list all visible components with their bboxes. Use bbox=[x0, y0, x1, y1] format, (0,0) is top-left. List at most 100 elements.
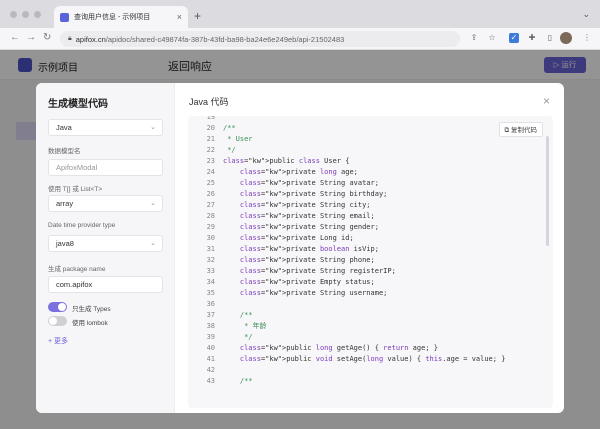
options-panel: 生成模型代码 Java ⌄ 数据模型名 ApifoxModal 使用 T[] 或… bbox=[36, 83, 175, 413]
code-text: class="kw">private String username; bbox=[239, 289, 388, 297]
line-number: 40 bbox=[206, 344, 215, 352]
chevron-down-icon: ⌄ bbox=[150, 240, 156, 247]
browser-menu-icon[interactable]: ⋮ bbox=[582, 33, 592, 43]
extension-icon[interactable]: ✓ bbox=[509, 33, 519, 43]
minimize-window-dot[interactable] bbox=[22, 11, 29, 18]
code-line: 39 */ bbox=[188, 332, 253, 343]
tab-bar: 查询用户信息 - 示例项目 × + ⌄ bbox=[0, 0, 600, 28]
share-icon[interactable]: ⇪ bbox=[469, 33, 479, 43]
date-provider-value: java8 bbox=[56, 239, 74, 248]
code-text: /** bbox=[223, 377, 253, 385]
code-text: class="kw">public void setAge(long value… bbox=[239, 355, 506, 363]
line-number: 36 bbox=[206, 300, 215, 308]
new-tab-button[interactable]: + bbox=[194, 9, 201, 23]
code-text: class="kw">private long age; bbox=[239, 168, 358, 176]
package-name-input[interactable]: com.apifox bbox=[48, 276, 163, 293]
code-line: 23 class="kw">public class User { bbox=[188, 156, 350, 167]
code-line: 35 class="kw">private String username; bbox=[188, 288, 388, 299]
code-line: 43 /** bbox=[188, 376, 253, 387]
url-host: apifox.cn bbox=[75, 34, 106, 44]
line-number: 38 bbox=[206, 322, 215, 330]
code-line: 27 class="kw">private String city; bbox=[188, 200, 371, 211]
tab-close-icon[interactable]: × bbox=[177, 12, 182, 22]
list-type-select[interactable]: array ⌄ bbox=[48, 195, 163, 212]
line-number: 31 bbox=[206, 245, 215, 253]
code-text: class="kw">private String city; bbox=[239, 201, 371, 209]
types-only-label: 只生成 Types bbox=[72, 306, 111, 313]
code-line: 37 /** bbox=[188, 310, 253, 321]
apifox-favicon-icon bbox=[60, 12, 69, 22]
address-bar: ← → ↻ 🔒︎ apifox.cn /apidoc/shared-c49874… bbox=[0, 28, 600, 50]
line-number: 25 bbox=[206, 179, 215, 187]
code-viewer[interactable]: ⧉ 复制代码 19 20/** 21 * User 22 */23 class="kw"… bbox=[188, 116, 553, 408]
line-number: 26 bbox=[206, 190, 215, 198]
code-text: class="kw">private String phone; bbox=[239, 256, 375, 264]
line-number: 37 bbox=[206, 311, 215, 319]
line-number: 20 bbox=[206, 124, 215, 132]
copy-code-label: 复制代码 bbox=[511, 127, 537, 134]
code-panel-title: Java 代码 bbox=[189, 97, 229, 107]
code-text: * 年龄 bbox=[223, 322, 267, 330]
puzzle-extensions-icon[interactable]: ✚ bbox=[527, 33, 537, 43]
code-line: 34 class="kw">private Empty status; bbox=[188, 277, 375, 288]
code-line: 25 class="kw">private String avatar; bbox=[188, 178, 379, 189]
chevron-down-icon: ⌄ bbox=[150, 124, 156, 131]
url-input[interactable]: 🔒︎ apifox.cn /apidoc/shared-c49874fa-387… bbox=[60, 31, 460, 47]
line-number: 28 bbox=[206, 212, 215, 220]
close-icon[interactable]: × bbox=[543, 94, 550, 108]
bookmark-star-icon[interactable]: ☆ bbox=[487, 33, 497, 43]
sidebar-panel-icon[interactable]: ▯ bbox=[545, 33, 555, 43]
date-provider-select[interactable]: java8 ⌄ bbox=[48, 235, 163, 252]
more-options-link[interactable]: + 更多 bbox=[48, 336, 68, 346]
lock-icon: 🔒︎ bbox=[68, 35, 72, 42]
browser-tab[interactable]: 查询用户信息 - 示例项目 × bbox=[54, 6, 188, 28]
back-button[interactable]: ← bbox=[10, 32, 20, 43]
code-line: 40 class="kw">public long getAge() { ret… bbox=[188, 343, 438, 354]
code-text: class="kw">private String email; bbox=[239, 212, 375, 220]
code-scrollbar[interactable] bbox=[546, 136, 549, 246]
tab-title: 查询用户信息 - 示例项目 bbox=[74, 14, 151, 21]
code-text: class="kw">public long getAge() { return… bbox=[239, 344, 438, 352]
code-line: 22 */ bbox=[188, 145, 236, 156]
code-text: * User bbox=[223, 135, 253, 143]
code-line: 41 class="kw">public void setAge(long va… bbox=[188, 354, 506, 365]
model-name-label: 数据模型名 bbox=[48, 148, 81, 155]
profile-avatar[interactable] bbox=[560, 32, 572, 44]
tab-menu-chevron-icon[interactable]: ⌄ bbox=[582, 9, 590, 20]
code-text: */ bbox=[223, 333, 253, 341]
line-number: 21 bbox=[206, 135, 215, 143]
code-line: 24 class="kw">private long age; bbox=[188, 167, 358, 178]
reload-button[interactable]: ↻ bbox=[43, 32, 51, 43]
line-number: 34 bbox=[206, 278, 215, 286]
close-window-dot[interactable] bbox=[10, 11, 17, 18]
code-line: 36 bbox=[188, 299, 223, 310]
generate-code-modal: 生成模型代码 Java ⌄ 数据模型名 ApifoxModal 使用 T[] 或… bbox=[36, 83, 564, 413]
code-line: 20 /** bbox=[188, 123, 236, 134]
code-text: class="kw">private String registerIP; bbox=[239, 267, 396, 275]
code-text: class="kw">private String birthday; bbox=[239, 190, 388, 198]
line-number: 22 bbox=[206, 146, 215, 154]
code-text: class="kw">private Empty status; bbox=[239, 278, 375, 286]
line-number: 30 bbox=[206, 234, 215, 242]
types-only-toggle[interactable] bbox=[48, 302, 67, 312]
code-text: class="kw">private String avatar; bbox=[239, 179, 379, 187]
line-number: 43 bbox=[206, 377, 215, 385]
copy-code-button[interactable]: ⧉ 复制代码 bbox=[498, 122, 543, 137]
code-line: 26 class="kw">private String birthday; bbox=[188, 189, 388, 200]
list-type-value: array bbox=[56, 199, 74, 208]
model-name-input[interactable]: ApifoxModal bbox=[48, 159, 163, 176]
code-text: /** bbox=[223, 124, 236, 132]
line-number: 32 bbox=[206, 256, 215, 264]
line-number: 39 bbox=[206, 333, 215, 341]
forward-button[interactable]: → bbox=[26, 32, 36, 43]
lombok-toggle[interactable] bbox=[48, 316, 67, 326]
code-line: 29 class="kw">private String gender; bbox=[188, 222, 379, 233]
options-title: 生成模型代码 bbox=[48, 99, 108, 110]
line-number: 29 bbox=[206, 223, 215, 231]
line-number: 19 bbox=[206, 116, 215, 121]
code-line: 42 bbox=[188, 365, 223, 376]
language-select[interactable]: Java ⌄ bbox=[48, 119, 163, 136]
maximize-window-dot[interactable] bbox=[34, 11, 41, 18]
code-text: class="kw">private String gender; bbox=[239, 223, 379, 231]
code-line: 33 class="kw">private String registerIP; bbox=[188, 266, 396, 277]
